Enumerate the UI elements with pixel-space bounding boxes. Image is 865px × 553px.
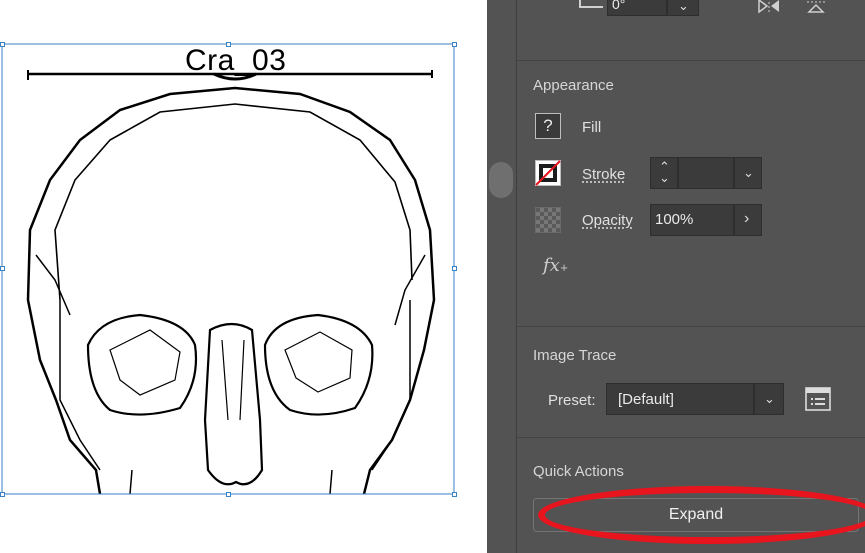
skull-artwork[interactable] [0, 0, 487, 553]
preset-dropdown[interactable]: ⌄ [754, 383, 784, 415]
opacity-value: 100% [655, 211, 694, 228]
selection-handle[interactable] [452, 492, 457, 497]
panel-gutter [487, 0, 517, 553]
selection-handle[interactable] [452, 42, 457, 47]
rotate-angle-input[interactable]: 0° [607, 0, 667, 16]
preset-label: Preset: [548, 392, 596, 409]
stroke-weight-dropdown[interactable]: ⌄ [734, 157, 762, 189]
stroke-weight-stepper[interactable]: ⌃ ⌄ [650, 157, 678, 189]
preset-select[interactable]: [Default] [606, 383, 754, 415]
selection-handle[interactable] [452, 266, 457, 271]
preset-value: [Default] [618, 391, 674, 408]
chevron-down-icon: ⌄ [743, 165, 754, 180]
expand-button[interactable]: Expand [533, 498, 859, 532]
opacity-input[interactable]: 100% [650, 204, 734, 236]
section-divider [517, 437, 865, 438]
flip-horizontal-icon[interactable] [757, 0, 781, 14]
properties-panel: 0° ⌄ Appearance ? Fill Stroke ⌃ ⌄ ⌄ Opac… [517, 0, 865, 553]
artboard-canvas[interactable]: Cra_03 [0, 0, 487, 553]
section-divider [517, 60, 865, 61]
fx-add-icon: + [559, 263, 569, 274]
selection-handle[interactable] [0, 492, 5, 497]
flip-vertical-icon[interactable] [805, 0, 827, 14]
appearance-title: Appearance [533, 77, 614, 94]
panel-collapse-handle[interactable] [489, 162, 513, 198]
chevron-down-icon: ⌄ [678, 0, 689, 13]
fill-swatch[interactable]: ? [535, 113, 561, 139]
rotate-angle-dropdown[interactable]: ⌄ [667, 0, 699, 16]
fx-button[interactable]: fx+ [543, 255, 568, 276]
rotate-icon [579, 0, 603, 8]
rotate-angle-value: 0° [612, 0, 626, 12]
quick-actions-title: Quick Actions [533, 463, 624, 480]
selection-handle[interactable] [226, 492, 231, 497]
selection-handle[interactable] [0, 266, 5, 271]
fill-label: Fill [582, 119, 602, 136]
stroke-weight-input[interactable] [678, 157, 734, 189]
opacity-expand-button[interactable]: › [734, 204, 762, 236]
selection-handle[interactable] [0, 42, 5, 47]
artwork-label: Cra_03 [185, 44, 287, 77]
image-trace-panel-icon[interactable] [804, 385, 832, 413]
chevron-down-icon: ⌄ [764, 391, 775, 406]
section-divider [517, 326, 865, 327]
chevron-down-icon[interactable]: ⌄ [659, 170, 670, 186]
stroke-label[interactable]: Stroke [582, 166, 625, 183]
chevron-right-icon: › [744, 210, 750, 227]
stroke-swatch[interactable] [535, 160, 561, 186]
opacity-swatch[interactable] [535, 207, 561, 233]
image-trace-title: Image Trace [533, 347, 617, 364]
fx-label: fx [543, 255, 560, 276]
fill-unknown-glyph: ? [543, 116, 553, 135]
opacity-label[interactable]: Opacity [582, 212, 633, 229]
